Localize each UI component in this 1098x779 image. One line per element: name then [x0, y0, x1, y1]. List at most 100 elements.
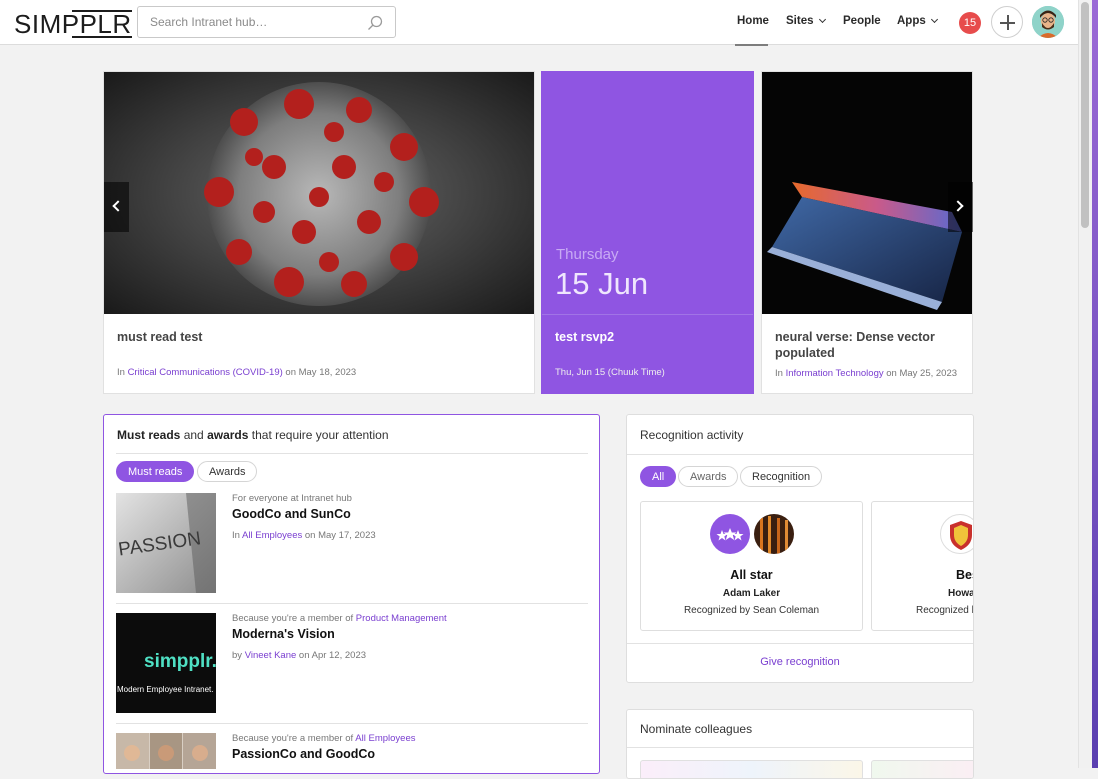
award-name: Bes [956, 568, 973, 582]
panel-title: Recognition activity [640, 428, 744, 442]
laptop-image [762, 72, 972, 314]
nav-people[interactable]: People [843, 15, 881, 27]
carousel-prev-button[interactable] [104, 182, 129, 232]
list-item[interactable]: PASSION For everyone at Intranet hub Goo… [116, 493, 588, 593]
meta-prefix: by [232, 650, 245, 661]
carousel-card-must-read-test[interactable]: must read test In Critical Communication… [103, 71, 535, 394]
carousel-title[interactable]: test rsvp2 [555, 329, 614, 345]
heading-awards: awards [207, 428, 249, 442]
filter-all[interactable]: All [640, 466, 677, 487]
tab-must-reads[interactable]: Must reads [116, 461, 195, 482]
award-name: All star [730, 568, 773, 582]
event-time: Thu, Jun 15 (Chuuk Time) [555, 367, 665, 378]
carousel-card-event[interactable]: Thursday 15 Jun test rsvp2 Thu, Jun 15 (… [541, 71, 754, 394]
event-date: 15 Jun [555, 266, 649, 301]
search-input[interactable] [138, 7, 358, 37]
divider [116, 603, 588, 604]
item-meta: In All Employees on May 17, 2023 [232, 530, 376, 541]
nav-home[interactable]: Home [737, 15, 769, 27]
must-reads-panel: Must reads and awards that require your … [103, 414, 600, 774]
heading-and: and [180, 428, 208, 442]
logo-overline [72, 10, 132, 12]
author-link[interactable]: Vineet Kane [245, 650, 297, 661]
meta-suffix: on May 17, 2023 [302, 530, 376, 541]
passion-thumbnail: PASSION [116, 493, 216, 593]
meta-prefix: In [232, 530, 243, 541]
search-box [137, 6, 396, 38]
meta-suffix: on May 25, 2023 [883, 368, 958, 379]
recipient-name[interactable]: Howa [948, 588, 973, 599]
team-photo-thumbnail [116, 733, 216, 769]
nominate-card[interactable] [640, 760, 863, 778]
recognition-activity-panel: Recognition activity All Awards Recognit… [626, 414, 974, 683]
notification-badge[interactable]: 15 [959, 12, 981, 34]
award-badge-icon [710, 514, 750, 554]
site-link[interactable]: Product Management [356, 613, 447, 624]
logo-underline [72, 36, 132, 38]
divider [116, 723, 588, 724]
recognition-card[interactable]: All star Adam Laker Recognized by Sean C… [640, 501, 863, 631]
recipient-name[interactable]: Adam Laker [641, 588, 862, 599]
carousel-card-neural-verse[interactable]: neural verse: Dense vector populated In … [761, 71, 973, 394]
list-item[interactable]: simpplr. Modern Employee Intranet. Becau… [116, 613, 588, 713]
event-divider [542, 314, 753, 315]
carousel-title[interactable]: must read test [117, 329, 202, 345]
item-reason: For everyone at Intranet hub [232, 493, 352, 504]
top-navigation-bar: SIMPPLR Home Sites People Apps 15 [0, 0, 1078, 46]
filter-awards[interactable]: Awards [678, 466, 739, 487]
chevron-down-icon [930, 15, 938, 24]
chevron-right-icon [952, 200, 964, 212]
recognized-by: Recognized by Sean Coleman [683, 605, 820, 616]
nominate-card[interactable] [871, 760, 973, 778]
filter-recognition[interactable]: Recognition [740, 466, 823, 487]
site-link[interactable]: Information Technology [786, 368, 884, 379]
divider [627, 747, 973, 748]
must-reads-heading: Must reads and awards that require your … [117, 428, 389, 442]
nav-apps-label: Apps [897, 15, 926, 27]
divider [627, 643, 973, 644]
give-recognition-link[interactable]: Give recognition [627, 656, 973, 668]
recipient-avatar[interactable] [754, 514, 794, 554]
panel-title: Nominate colleagues [640, 722, 753, 736]
meta-prefix: In [775, 368, 786, 379]
window-edge [1092, 0, 1098, 768]
carousel-title[interactable]: neural verse: Dense vector populated [775, 329, 965, 361]
nav-sites[interactable]: Sites [786, 15, 826, 27]
reason-prefix: Because you're a member of [232, 733, 356, 744]
virus-image [104, 72, 534, 314]
avatar-illustration-icon [1032, 6, 1064, 38]
create-plus-button[interactable] [991, 6, 1023, 38]
item-title[interactable]: PassionCo and GoodCo [232, 747, 375, 761]
meta-prefix: In [117, 367, 128, 378]
nominate-colleagues-panel: Nominate colleagues [626, 709, 974, 779]
thumb-caption: Modern Employee Intranet. [117, 685, 214, 694]
scrollbar-thumb[interactable] [1081, 2, 1089, 228]
user-avatar[interactable] [1032, 6, 1064, 38]
meta-suffix: on May 18, 2023 [282, 367, 357, 378]
thumb-logo: simpplr. [144, 651, 216, 672]
event-day: Thursday [556, 246, 619, 263]
divider [116, 453, 588, 454]
nav-apps[interactable]: Apps [897, 15, 938, 27]
heading-rest: that require your attention [248, 428, 389, 442]
meta-suffix: on Apr 12, 2023 [296, 650, 367, 661]
tab-awards[interactable]: Awards [197, 461, 258, 482]
search-icon[interactable] [367, 15, 383, 36]
item-title[interactable]: Moderna's Vision [232, 627, 335, 641]
recognition-card[interactable]: Bes Howa Recognized l [871, 501, 974, 631]
shield-award-icon [940, 514, 973, 554]
active-nav-indicator [735, 44, 768, 46]
carousel-meta: In Critical Communications (COVID-19) on… [117, 367, 356, 378]
recognized-by: Recognized l [916, 605, 974, 616]
item-title[interactable]: GoodCo and SunCo [232, 507, 351, 521]
simpplr-thumbnail: simpplr. Modern Employee Intranet. [116, 613, 216, 713]
site-link[interactable]: Critical Communications (COVID-19) [128, 367, 283, 378]
site-link[interactable]: All Employees [242, 530, 302, 541]
carousel-next-button[interactable] [948, 182, 973, 232]
carousel-meta: In Information Technology on May 25, 202… [775, 368, 957, 379]
site-link[interactable]: All Employees [355, 733, 415, 744]
item-reason: Because you're a member of All Employees [232, 733, 415, 744]
simpplr-logo[interactable]: SIMPPLR [14, 9, 132, 40]
list-item[interactable]: Because you're a member of All Employees… [116, 733, 588, 773]
chevron-down-icon [818, 15, 826, 24]
